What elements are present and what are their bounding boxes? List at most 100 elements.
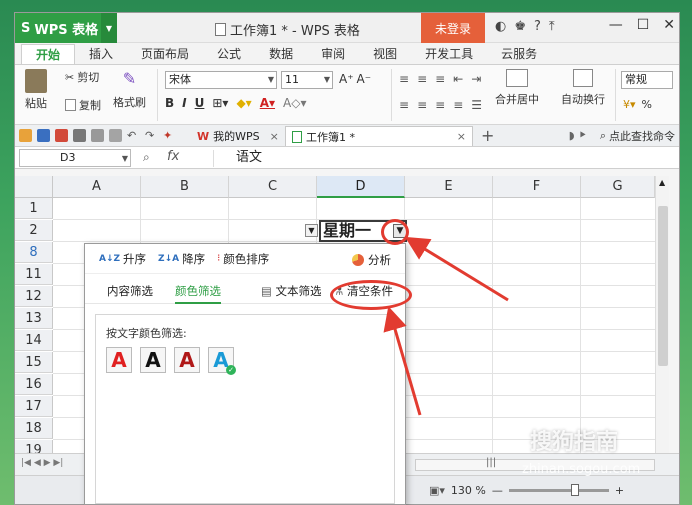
select-all-corner[interactable]: [15, 176, 53, 198]
close-icon[interactable]: ✕: [663, 17, 675, 33]
row-header[interactable]: 17: [15, 396, 53, 417]
find-command[interactable]: ◗ ⯈ ⌕ 点此查找命令: [569, 128, 675, 144]
scroll-up-icon[interactable]: ▲: [659, 178, 665, 187]
help-icon[interactable]: ?: [534, 19, 541, 34]
paste-button[interactable]: 粘贴: [25, 69, 47, 111]
row-header[interactable]: 11: [15, 264, 53, 285]
underline-button[interactable]: U: [195, 96, 205, 110]
zoom-slider[interactable]: [508, 484, 609, 496]
column-header[interactable]: G: [581, 176, 655, 198]
row-header[interactable]: 18: [15, 418, 53, 439]
vertical-scrollbar[interactable]: ▲: [655, 176, 669, 461]
bold-button[interactable]: B: [165, 96, 174, 110]
filter-dropdown-c2[interactable]: ▼: [305, 224, 318, 237]
font-name-select[interactable]: 宋体 ▼: [165, 71, 277, 89]
cut-button[interactable]: ✂ 剪切: [65, 69, 99, 85]
tab-my-wps[interactable]: W 我的WPS ×: [191, 126, 285, 146]
row-header[interactable]: 15: [15, 352, 53, 373]
restore-ribbon-icon[interactable]: ⤒: [549, 19, 555, 34]
font-color-swatch-black[interactable]: A: [140, 347, 166, 373]
skin-icon[interactable]: ◐: [495, 19, 506, 34]
chevron-down-icon[interactable]: ▼: [101, 13, 117, 43]
sort-descending-button[interactable]: Z↓A 降序: [158, 251, 205, 267]
align-bottom-icon[interactable]: ≡: [435, 72, 445, 86]
align-right-icon[interactable]: ≡: [435, 98, 445, 112]
customize-icon[interactable]: ✦: [163, 129, 176, 142]
minimize-icon[interactable]: —: [609, 17, 623, 33]
align-middle-icon[interactable]: ≡: [417, 72, 427, 86]
print-icon[interactable]: [73, 129, 86, 142]
align-center-icon[interactable]: ≡: [417, 98, 427, 112]
app-menu-button[interactable]: S WPS 表格 ▼: [15, 13, 117, 43]
font-color-icon[interactable]: A▾: [260, 96, 275, 110]
merge-center-button[interactable]: 合并居中: [495, 69, 539, 107]
indent-increase-icon[interactable]: ⇥: [471, 72, 481, 86]
row-header[interactable]: 2: [15, 220, 53, 241]
tab-developer[interactable]: 开发工具: [411, 44, 487, 64]
align-left-icon[interactable]: ≡: [399, 98, 409, 112]
column-header[interactable]: B: [141, 176, 229, 198]
function-icon[interactable]: fx: [167, 149, 179, 164]
column-header[interactable]: C: [229, 176, 317, 198]
scrollbar-thumb[interactable]: [658, 206, 668, 366]
text-filter-button[interactable]: ▤ 文本筛选: [261, 283, 322, 299]
new-tab-icon[interactable]: +: [481, 126, 494, 145]
tab-color-filter[interactable]: 颜色筛选: [175, 283, 221, 304]
tab-page-layout[interactable]: 页面布局: [127, 44, 203, 64]
zoom-slider-knob[interactable]: [570, 484, 579, 496]
maximize-icon[interactable]: ☐: [637, 17, 650, 33]
row-header[interactable]: 8: [15, 242, 53, 263]
align-top-icon[interactable]: ≡: [399, 72, 409, 86]
zoom-in-icon[interactable]: +: [615, 484, 624, 497]
column-header[interactable]: F: [493, 176, 581, 198]
spellcheck-icon[interactable]: [109, 129, 122, 142]
column-header-selected[interactable]: D: [317, 176, 405, 198]
shrink-font-icon[interactable]: A⁻: [357, 72, 372, 86]
name-box[interactable]: D3 ▼: [19, 149, 131, 167]
column-header[interactable]: E: [405, 176, 493, 198]
row-header[interactable]: 14: [15, 330, 53, 351]
login-button[interactable]: 未登录: [421, 13, 485, 43]
font-color-swatch-red[interactable]: A: [106, 347, 132, 373]
font-color-swatch-auto[interactable]: A ✓: [208, 347, 236, 375]
indent-decrease-icon[interactable]: ⇤: [453, 72, 463, 86]
copy-button[interactable]: 复制: [65, 97, 101, 113]
wrap-text-button[interactable]: 自动换行: [561, 69, 605, 107]
tab-workbook1[interactable]: 工作簿1 * ×: [285, 126, 473, 146]
tab-formulas[interactable]: 公式: [203, 44, 255, 64]
save-icon[interactable]: [37, 129, 50, 142]
tab-insert[interactable]: 插入: [75, 44, 127, 64]
font-size-select[interactable]: 11 ▼: [281, 71, 333, 89]
tab-review[interactable]: 审阅: [307, 44, 359, 64]
tab-data[interactable]: 数据: [255, 44, 307, 64]
border-icon[interactable]: ⊞▾: [212, 96, 228, 110]
formula-input[interactable]: 语文: [213, 150, 663, 167]
shirt-icon[interactable]: ♚: [514, 19, 526, 34]
redo-icon[interactable]: ↷: [145, 129, 158, 142]
open-icon[interactable]: [19, 129, 32, 142]
clear-format-icon[interactable]: A◇▾: [283, 96, 306, 110]
view-mode-icon[interactable]: ▣▾: [429, 484, 445, 497]
font-color-swatch-darkred[interactable]: A: [174, 347, 200, 373]
tab-view[interactable]: 视图: [359, 44, 411, 64]
distribute-icon[interactable]: ☰: [471, 98, 482, 112]
column-header[interactable]: A: [53, 176, 141, 198]
sheet-nav-icons[interactable]: |◀ ◀ ▶ ▶|: [21, 458, 63, 468]
fill-color-icon[interactable]: ◆▾: [236, 96, 251, 110]
tab-cloud[interactable]: 云服务: [487, 44, 551, 64]
tab-content-filter[interactable]: 内容筛选: [107, 283, 153, 299]
grow-font-icon[interactable]: A⁺: [339, 72, 354, 86]
justify-icon[interactable]: ≡: [453, 98, 463, 112]
row-header[interactable]: 13: [15, 308, 53, 329]
tab-home[interactable]: 开始: [21, 44, 76, 64]
zoom-out-icon[interactable]: —: [492, 484, 503, 497]
print-preview-icon[interactable]: [91, 129, 104, 142]
export-pdf-icon[interactable]: [55, 129, 68, 142]
italic-button[interactable]: I: [182, 96, 186, 110]
format-painter-button[interactable]: ✎ 格式刷: [113, 69, 146, 110]
color-sort-button[interactable]: ⁝ 颜色排序: [217, 251, 269, 267]
zoom-search-icon[interactable]: ⌕: [143, 150, 150, 165]
currency-icon[interactable]: ¥▾: [623, 98, 636, 111]
close-icon[interactable]: ×: [270, 130, 279, 143]
row-header[interactable]: 16: [15, 374, 53, 395]
